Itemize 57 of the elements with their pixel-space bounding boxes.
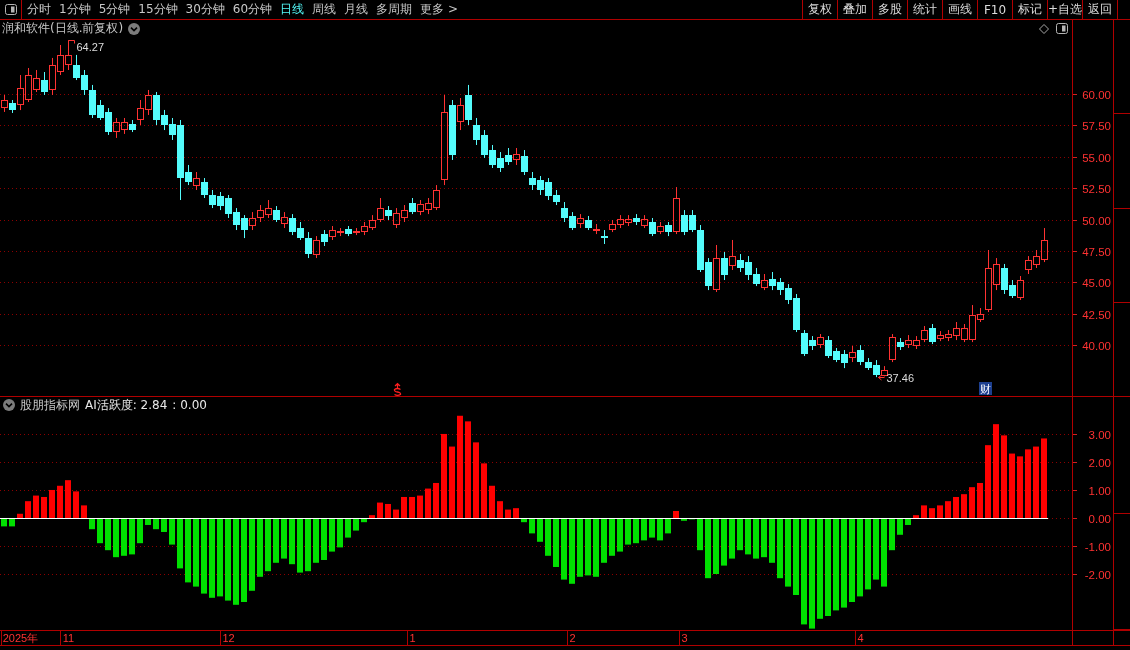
toolbar-button[interactable]: F10 [977,0,1012,19]
annotation: 64.27 [76,40,105,53]
chart-title: 润和软件(日线.前复权) [2,20,124,37]
axis-label: 1.00 [1088,484,1111,497]
toolbar-button[interactable]: 返回 [1082,0,1117,19]
period-tab[interactable]: 15分钟 [134,0,182,19]
panel-toggle-icon[interactable] [4,4,17,15]
axis-label: 55.00 [1082,151,1111,164]
axis-label: 3 [681,632,688,644]
period-tab[interactable]: 1分钟 [55,0,95,19]
toolbar-button[interactable]: 多股 [872,0,907,19]
dropdown-icon[interactable] [128,22,141,35]
axis-label: 60.00 [1082,88,1111,101]
period-tab[interactable]: 日线 [276,0,309,19]
toolbar-button[interactable]: +自选 [1047,0,1082,19]
period-tab[interactable]: 多周期 [372,0,417,19]
low-price-label: 37.46 [878,371,915,384]
axis-label: 42.50 [1082,308,1111,321]
indicator-name: 股朋指标网 [20,396,80,414]
annotation: 37.46 [886,371,915,384]
axis-label: 4 [857,632,864,644]
toolbar-button[interactable]: 标记 [1012,0,1047,19]
axis-label: 3.00 [1088,428,1111,441]
period-tab[interactable]: 30分钟 [181,0,229,19]
diamond-icon[interactable] [1039,23,1049,34]
period-tab[interactable]: 60分钟 [228,0,277,19]
high-price-label: 64.27 [68,40,105,53]
axis-label: 52.50 [1082,182,1111,195]
axis-label: 47.50 [1082,245,1111,258]
panel-toggle-icon[interactable] [1056,23,1068,34]
axis-label: 0.00 [1088,512,1111,525]
toolbar-button[interactable]: 复权 [802,0,837,19]
axis-label: -2.00 [1084,568,1111,581]
axis-label: 11 [62,632,75,644]
period-tab[interactable]: 月线 [340,0,373,19]
axis-label: 50.00 [1082,214,1111,227]
axis-label: 40.00 [1082,339,1111,352]
dropdown-icon[interactable] [3,399,15,411]
axis-label: 12 [222,632,235,644]
axis-label: 2025年 [2,632,39,644]
indicator-value: AI活跃度: 2.84 [85,396,168,414]
event-badge[interactable]: 财 [979,382,992,396]
axis-label: -1.00 [1084,540,1111,553]
indicator-value: : 0.00 [172,398,207,412]
event-marker-icon[interactable] [393,382,402,397]
period-tab[interactable]: 周线 [308,0,341,19]
period-tab[interactable]: 更多 > [416,0,462,19]
axis-label: 45.00 [1082,276,1111,289]
axis-label: 2.00 [1088,456,1111,469]
toolbar-button[interactable]: 叠加 [837,0,872,19]
toolbar-button[interactable]: 统计 [907,0,942,19]
axis-label: 1 [409,632,416,644]
toolbar-button[interactable]: 画线 [942,0,977,19]
axis-label: 2 [569,632,576,644]
axis-label: 57.50 [1082,119,1111,132]
period-tab[interactable]: 分时 [23,0,55,19]
period-tab[interactable]: 5分钟 [94,0,135,19]
